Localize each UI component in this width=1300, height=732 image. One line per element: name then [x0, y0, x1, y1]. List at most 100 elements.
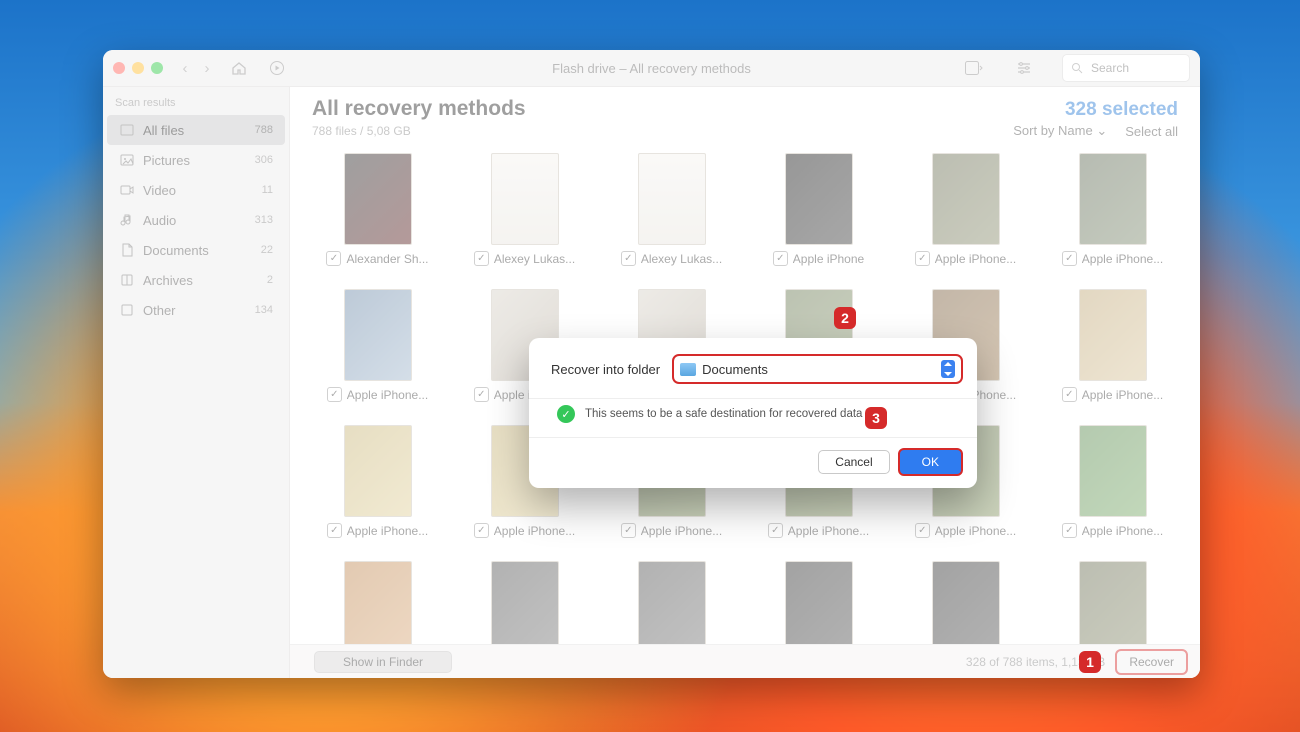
sidebar-item-count: 788	[255, 124, 273, 136]
sidebar-item-pictures[interactable]: Pictures 306	[107, 145, 285, 175]
checkbox[interactable]	[326, 251, 341, 266]
file-item[interactable]: Apple iPhone...	[1039, 421, 1186, 555]
archives-icon	[119, 274, 135, 286]
checkbox[interactable]	[621, 523, 636, 538]
other-icon	[119, 304, 135, 316]
ok-button[interactable]: OK	[898, 448, 963, 476]
file-name: Apple iPhone...	[935, 252, 1016, 266]
minimize-icon[interactable]	[132, 62, 144, 74]
thumbnail	[638, 561, 706, 644]
home-icon[interactable]	[227, 56, 251, 80]
checkbox[interactable]	[327, 523, 342, 538]
sidebar-item-all-files[interactable]: All files788	[107, 115, 285, 145]
nav-arrows: ‹ ›	[177, 60, 215, 76]
sidebar-item-label: Pictures	[143, 153, 190, 168]
forward-button[interactable]: ›	[199, 60, 215, 76]
destination-folder-value: Documents	[702, 362, 768, 377]
back-button[interactable]: ‹	[177, 60, 193, 76]
sidebar-item-audio[interactable]: Audio313	[107, 205, 285, 235]
selection-count: 328 selected	[1065, 99, 1178, 121]
checkbox[interactable]	[474, 251, 489, 266]
zoom-icon[interactable]	[151, 62, 163, 74]
select-all-button[interactable]: Select all	[1125, 124, 1178, 139]
thumbnail	[638, 153, 706, 245]
app-window: ‹ › Flash drive – All recovery methods	[103, 50, 1200, 678]
sidebar-item-archives[interactable]: Archives2	[107, 265, 285, 295]
sidebar-item-count: 306	[255, 154, 273, 166]
recover-folder-label: Recover into folder	[551, 362, 660, 377]
thumbnail	[932, 561, 1000, 644]
checkbox[interactable]	[915, 251, 930, 266]
sidebar-item-label: Documents	[143, 243, 209, 258]
view-mode-icon[interactable]	[962, 56, 986, 80]
file-item[interactable]: Apple iPhone	[745, 149, 892, 283]
file-item[interactable]: Alexey Lukas...	[451, 149, 598, 283]
video-icon	[119, 184, 135, 196]
sidebar-item-documents[interactable]: Documents22	[107, 235, 285, 265]
checkbox[interactable]	[1062, 251, 1077, 266]
file-name: Apple iPhone...	[347, 524, 428, 538]
thumbnail	[1079, 561, 1147, 644]
cancel-button[interactable]: Cancel	[818, 450, 889, 474]
close-icon[interactable]	[113, 62, 125, 74]
sort-menu[interactable]: Sort by Name ⌄	[1013, 123, 1107, 139]
thumbnail	[1079, 153, 1147, 245]
file-item[interactable]: Apple iPhone...	[304, 285, 451, 419]
thumbnail	[932, 153, 1000, 245]
file-item[interactable]: Apple iPhone...	[451, 557, 598, 644]
search-input[interactable]	[1089, 60, 1173, 76]
checkbox[interactable]	[327, 387, 342, 402]
file-item[interactable]: Alexander Sh...	[304, 149, 451, 283]
checkbox[interactable]	[1062, 387, 1077, 402]
recover-modal: Recover into folder Documents ✓ This see…	[529, 338, 977, 488]
checkbox[interactable]	[915, 523, 930, 538]
file-name: Apple iPhone...	[641, 524, 722, 538]
window-controls	[113, 62, 163, 74]
pictures-icon	[119, 154, 135, 166]
recover-button[interactable]: Recover	[1115, 649, 1188, 675]
files-icon	[119, 124, 135, 136]
checkbox[interactable]	[474, 523, 489, 538]
file-item[interactable]: Apple iPhone...	[745, 557, 892, 644]
checkbox[interactable]	[621, 251, 636, 266]
checkbox[interactable]	[773, 251, 788, 266]
thumbnail	[344, 561, 412, 644]
checkbox[interactable]	[474, 387, 489, 402]
play-icon[interactable]	[265, 56, 289, 80]
file-name: Apple iPhone...	[347, 388, 428, 402]
file-item[interactable]: Alexey Lukas...	[598, 149, 745, 283]
file-item[interactable]: Apple iPhone...	[892, 149, 1039, 283]
file-item[interactable]: Apple iPhone...	[1039, 149, 1186, 283]
file-name: Apple iPhone...	[1082, 252, 1163, 266]
thumbnail	[344, 289, 412, 381]
thumbnail	[491, 561, 559, 644]
updown-icon	[941, 360, 955, 378]
file-item[interactable]: Apple iPhone...	[304, 557, 451, 644]
checkbox[interactable]	[768, 523, 783, 538]
file-name: Apple iPhone...	[1082, 524, 1163, 538]
file-name: Alexey Lukas...	[641, 252, 722, 266]
file-name: Alexander Sh...	[346, 252, 428, 266]
checkbox[interactable]	[1062, 523, 1077, 538]
sidebar-item-other[interactable]: Other134	[107, 295, 285, 325]
sidebar-item-count: 134	[255, 304, 273, 316]
file-item[interactable]: Apple iPhone...	[1039, 285, 1186, 419]
titlebar: ‹ › Flash drive – All recovery methods	[103, 50, 1200, 87]
thumbnail	[344, 153, 412, 245]
settings-icon[interactable]	[1012, 56, 1036, 80]
file-name: Apple iPhone	[793, 252, 864, 266]
step-badge-3: 3	[865, 407, 887, 429]
sidebar-item-label: Video	[143, 183, 176, 198]
file-item[interactable]: Apple iPhone...	[892, 557, 1039, 644]
file-item[interactable]: Apple iPhone...	[1039, 557, 1186, 644]
search-field[interactable]	[1062, 54, 1190, 82]
thumbnail	[491, 153, 559, 245]
folder-icon	[680, 363, 696, 376]
sidebar: Scan results All files788Pictures306Vide…	[103, 87, 290, 678]
sidebar-item-count: 2	[267, 274, 273, 286]
file-item[interactable]: Apple iPhone...	[598, 557, 745, 644]
sidebar-item-video[interactable]: Video11	[107, 175, 285, 205]
destination-folder-select[interactable]: Documents	[672, 354, 963, 384]
file-item[interactable]: Apple iPhone...	[304, 421, 451, 555]
show-in-finder-button[interactable]: Show in Finder	[314, 651, 452, 673]
